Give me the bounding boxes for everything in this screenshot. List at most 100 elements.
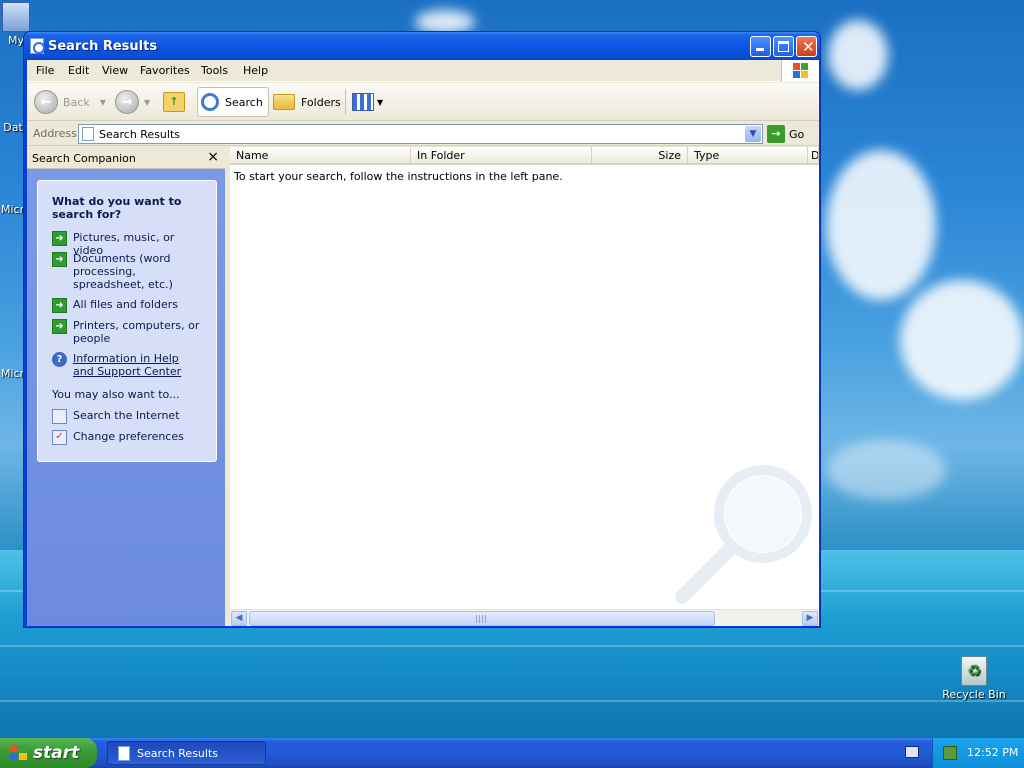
address-bar: Address Search Results ▼ → Go — [27, 122, 819, 146]
search-button[interactable]: Search — [197, 87, 269, 117]
window-title: Search Results — [48, 39, 158, 54]
minimize-button[interactable] — [750, 36, 771, 57]
network-icon[interactable] — [943, 746, 957, 760]
start-label: start — [33, 743, 80, 763]
clock: 12:52 PM — [967, 746, 1019, 759]
desktop-icon-recycle-bin[interactable]: ♻ Recycle Bin — [942, 656, 1006, 701]
maximize-button[interactable] — [773, 36, 794, 57]
my-computer-icon — [2, 2, 30, 32]
search-companion-pane: Search Companion × What do you want to s… — [27, 147, 225, 626]
back-arrow-icon: ← — [34, 90, 58, 114]
go-label: Go — [789, 127, 805, 141]
taskbar-item-search-results[interactable]: Search Results — [107, 741, 266, 765]
search-instructions: To start your search, follow the instruc… — [234, 170, 563, 183]
menu-tools[interactable]: Tools — [201, 64, 228, 77]
option-change-preferences[interactable]: ✓ Change preferences — [52, 430, 201, 445]
column-header-size[interactable]: Size — [592, 147, 688, 165]
forward-button[interactable]: → ▼ — [115, 87, 150, 117]
taskbar: start Search Results 12:52 PM — [0, 738, 1024, 768]
menu-edit[interactable]: Edit — [68, 64, 89, 77]
magnifier-watermark-icon — [675, 465, 812, 604]
help-support-link[interactable]: ? Information in Help and Support Center — [52, 352, 201, 378]
go-arrow-icon: → — [767, 125, 785, 143]
option-label: Search the Internet — [73, 409, 180, 422]
close-icon[interactable]: × — [207, 149, 219, 165]
search-results-window: Search Results ✕ File Edit View Favorite… — [23, 31, 821, 628]
option-label: Printers, computers, or people — [73, 319, 200, 345]
folders-button[interactable]: Folders — [273, 87, 341, 117]
option-printers-computers-people[interactable]: ➜ Printers, computers, or people — [52, 319, 201, 345]
option-documents[interactable]: ➜ Documents (word processing, spreadshee… — [52, 252, 201, 291]
menu-file[interactable]: File — [36, 64, 54, 77]
address-value: Search Results — [99, 128, 181, 141]
folder-icon — [273, 94, 295, 110]
back-label: Back — [63, 95, 90, 109]
desktop-icon-label: Dat — [3, 121, 23, 134]
search-companion-header: Search Companion × — [27, 147, 225, 169]
views-button[interactable]: ▼ — [352, 87, 383, 117]
address-label: Address — [33, 127, 77, 140]
back-button[interactable]: ← Back ▼ — [34, 87, 106, 117]
option-label: Change preferences — [73, 430, 184, 443]
green-arrow-icon: ➜ — [52, 231, 67, 246]
desktop-icon-label: Recycle Bin — [942, 688, 1006, 701]
column-header-type[interactable]: Type — [688, 147, 808, 165]
magnifier-icon — [201, 93, 219, 111]
help-icon: ? — [52, 352, 67, 367]
menu-favorites[interactable]: Favorites — [140, 64, 190, 77]
menu-view[interactable]: View — [102, 64, 128, 77]
horizontal-scrollbar[interactable]: ◀ ▶ — [230, 609, 819, 626]
windows-logo — [781, 60, 819, 82]
option-all-files-folders[interactable]: ➜ All files and folders — [52, 298, 201, 313]
chevron-down-icon: ▼ — [99, 97, 106, 107]
address-dropdown-button[interactable]: ▼ — [745, 126, 761, 142]
taskbar-item-label: Search Results — [137, 747, 219, 760]
windows-flag-icon — [10, 745, 28, 761]
option-label: All files and folders — [73, 298, 178, 311]
cloud — [828, 20, 888, 90]
minimize-icon — [756, 48, 764, 51]
desktop-icon-microsoft-2[interactable]: Micro — [1, 367, 31, 380]
option-search-internet[interactable]: Search the Internet — [52, 409, 201, 424]
search-label: Search — [225, 95, 263, 109]
up-folder-icon: ↑ — [163, 92, 185, 112]
search-results-icon — [118, 746, 130, 761]
green-arrow-icon: ➜ — [52, 319, 67, 334]
close-button[interactable]: ✕ — [796, 36, 817, 57]
column-header-in-folder[interactable]: In Folder — [411, 147, 592, 165]
search-heading: What do you want to search for? — [52, 195, 182, 221]
column-header-date[interactable]: D — [808, 147, 819, 165]
preferences-icon: ✓ — [52, 430, 67, 445]
menu-bar: File Edit View Favorites Tools Help — [27, 60, 819, 82]
window-client: File Edit View Favorites Tools Help ← Ba… — [27, 60, 819, 626]
menu-help[interactable]: Help — [243, 64, 268, 77]
column-header-name[interactable]: Name — [230, 147, 411, 165]
search-results-icon — [30, 38, 45, 54]
help-link-label: Information in Help and Support Center — [73, 352, 182, 378]
recycle-bin-icon: ♻ — [961, 656, 987, 686]
title-bar[interactable]: Search Results ✕ — [24, 32, 820, 60]
up-folder-button[interactable]: ↑ — [163, 87, 185, 117]
chevron-down-icon: ▼ — [144, 97, 151, 107]
also-label: You may also want to... — [52, 388, 180, 401]
address-input[interactable]: Search Results ▼ — [78, 124, 763, 144]
scroll-right-button[interactable]: ▶ — [802, 611, 818, 626]
desktop-icon-data[interactable]: Dat — [2, 121, 24, 134]
scroll-left-button[interactable]: ◀ — [231, 611, 247, 626]
keyboard-icon[interactable] — [905, 746, 919, 758]
green-arrow-icon: ➜ — [52, 252, 67, 267]
green-arrow-icon: ➜ — [52, 298, 67, 313]
cloud — [900, 280, 1024, 400]
start-button[interactable]: start — [0, 738, 97, 768]
go-button[interactable]: → Go — [767, 125, 804, 143]
search-internet-icon — [52, 409, 67, 424]
maximize-icon — [778, 41, 789, 52]
results-pane: Name In Folder Size Type D To start your… — [230, 147, 819, 626]
scroll-thumb[interactable] — [249, 611, 715, 626]
folders-label: Folders — [301, 95, 341, 109]
windows-flag-icon — [793, 63, 809, 79]
desktop-icon-label: My — [7, 34, 24, 47]
system-tray: 12:52 PM — [932, 738, 1024, 768]
cloud — [826, 440, 946, 500]
desktop-icon-microsoft[interactable]: Micro — [1, 203, 31, 216]
